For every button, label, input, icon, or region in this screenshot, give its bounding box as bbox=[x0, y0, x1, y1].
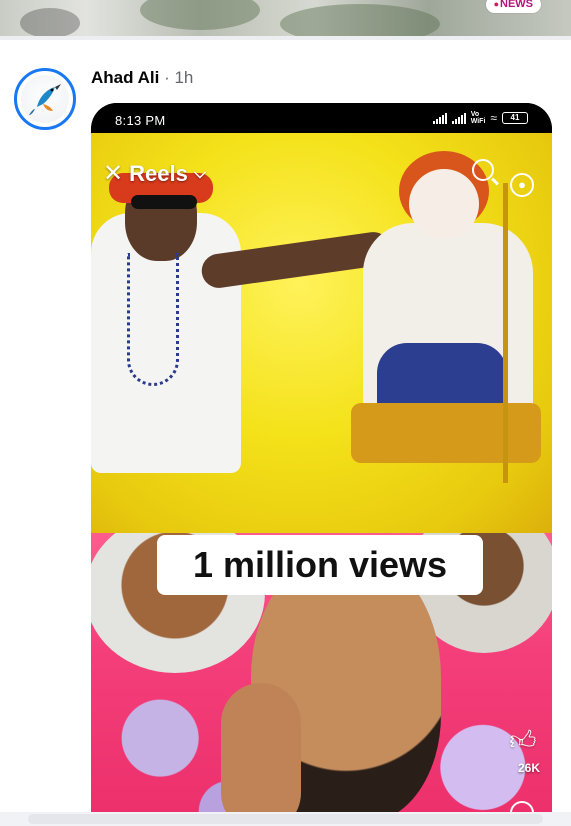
camera-icon[interactable]: ● bbox=[510, 173, 534, 197]
post-timestamp[interactable]: 1h bbox=[174, 68, 193, 87]
post-author-line: Ahad Ali · 1h bbox=[91, 68, 193, 88]
blue-bead-necklace bbox=[127, 253, 179, 386]
statue-gold-base bbox=[351, 403, 541, 463]
thumbs-up-icon[interactable]: 👍︎ bbox=[508, 725, 538, 755]
close-icon[interactable]: ✕ bbox=[103, 159, 123, 188]
statue-trident bbox=[503, 183, 508, 483]
post-image[interactable]: 8:13 PM Vo WiFi ≈ 41 ✕ Reels ⌵ ● 1 milli… bbox=[91, 103, 552, 826]
volte-top: Vo bbox=[470, 111, 480, 118]
like-count: 26K bbox=[517, 761, 540, 775]
phone-status-bar: 8:13 PM Vo WiFi ≈ 41 bbox=[91, 103, 552, 133]
previous-post-image[interactable]: ●NEWS bbox=[0, 0, 571, 36]
next-section-edge bbox=[0, 812, 571, 826]
news-badge-label: NEWS bbox=[500, 0, 533, 10]
avatar[interactable] bbox=[14, 68, 76, 130]
foliage-shape bbox=[20, 8, 80, 36]
post-divider bbox=[0, 36, 571, 40]
status-time: 8:13 PM bbox=[115, 113, 166, 128]
wifi-icon: ≈ bbox=[490, 111, 497, 125]
volte-bottom: WiFi bbox=[470, 118, 486, 125]
chevron-down-icon[interactable]: ⌵ bbox=[194, 165, 206, 183]
meta-separator: · bbox=[164, 68, 170, 87]
pin-icon: ● bbox=[493, 0, 499, 9]
foliage-shape bbox=[140, 0, 260, 30]
reels-label: Reels bbox=[129, 160, 188, 186]
reels-header[interactable]: ✕ Reels ⌵ bbox=[103, 159, 206, 188]
battery-level: 41 bbox=[510, 113, 520, 122]
volte-indicator: Vo WiFi bbox=[471, 111, 486, 125]
news-badge: ●NEWS bbox=[485, 0, 541, 13]
signal-icon bbox=[432, 112, 447, 124]
statue-face bbox=[409, 169, 479, 239]
author-name[interactable]: Ahad Ali bbox=[91, 68, 159, 87]
views-banner: 1 million views bbox=[157, 535, 483, 595]
search-icon[interactable] bbox=[472, 159, 494, 181]
battery-icon: 41 bbox=[502, 112, 528, 124]
status-icons: Vo WiFi ≈ 41 bbox=[432, 111, 528, 125]
kingfisher-bird-icon bbox=[29, 84, 61, 115]
signal-icon bbox=[451, 112, 466, 124]
sunglasses bbox=[131, 195, 197, 209]
hand bbox=[221, 683, 301, 826]
reel-video-frame[interactable]: ✕ Reels ⌵ ● bbox=[91, 133, 552, 563]
foliage-shape bbox=[280, 4, 440, 36]
